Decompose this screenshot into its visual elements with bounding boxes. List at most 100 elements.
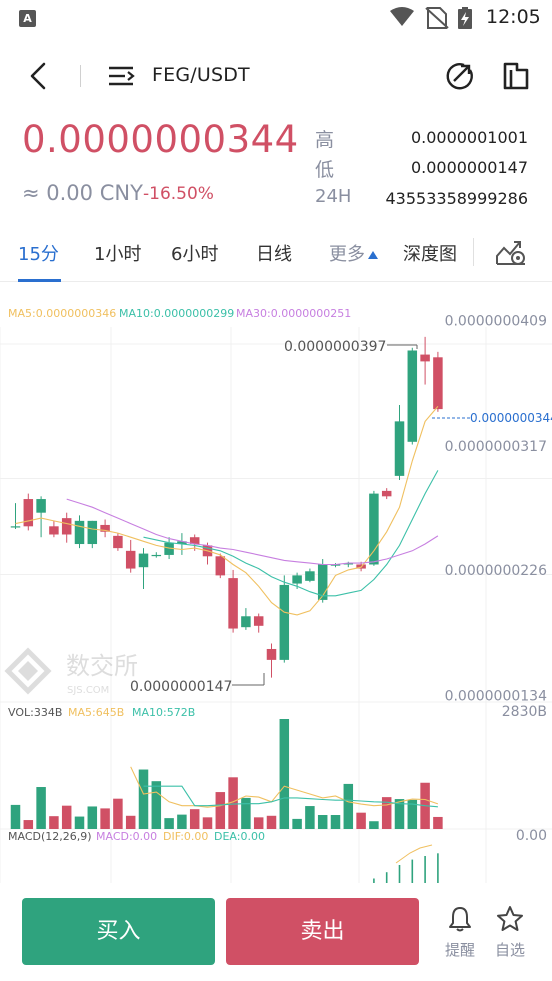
macd-bar (411, 859, 414, 883)
dropdown-triangle-icon (368, 251, 378, 259)
share-icon[interactable] (444, 60, 476, 92)
volume-bar (100, 808, 110, 829)
volume-legend: VOL:334B MA5:645B MA10:572B (8, 706, 195, 719)
buy-button[interactable]: 买入 (22, 898, 215, 965)
menu-icon[interactable] (106, 62, 136, 90)
price-axis-tick-label: 0.0000000134 (445, 688, 548, 704)
last-price: 0.0000000344 (22, 118, 299, 161)
status-bar: A 12:05 (0, 0, 552, 36)
volume-bar (356, 812, 366, 829)
tab-more[interactable]: 更多 (329, 240, 378, 266)
volume-bar (266, 815, 277, 829)
volume-24h-value: 43553358999286 (385, 189, 528, 208)
candle (305, 571, 315, 581)
last-price-marker: 0.0000000344 (432, 411, 552, 425)
volume-bar (343, 783, 354, 829)
macd-axis-label: 0.00 (516, 828, 547, 844)
max-price-label: 0.0000000397 (284, 339, 386, 355)
high-value: 0.0000001001 (410, 128, 528, 147)
dif-value: DIF:0.00 (163, 830, 208, 843)
ma10-line (143, 470, 439, 597)
volume-bar (138, 769, 149, 829)
price-axis-labels: 0.0000000409 0.0000000317 0.0000000226 0.00… (445, 314, 548, 705)
candle (407, 350, 418, 442)
macd-legend: MACD(12,26,9) MACD:0.00 DIF:0.00 DEA:0.0… (8, 830, 265, 843)
macd-bar (398, 865, 401, 883)
macd-title: MACD(12,26,9) (8, 830, 92, 843)
no-sim-icon (425, 7, 449, 29)
low-label: 低 (315, 159, 335, 181)
max-price-marker: 0.0000000397 (284, 339, 418, 355)
price-alert-button[interactable]: 提醒 (440, 905, 480, 967)
low-value: 0.0000000147 (410, 158, 528, 177)
high-label: 高 (315, 129, 335, 151)
macd-bar (437, 853, 439, 883)
candle (241, 616, 251, 628)
bottom-action-bar: 买入 卖出 提醒 自选 (0, 883, 552, 981)
candle (125, 550, 136, 569)
volume-bar (151, 781, 162, 829)
back-icon[interactable] (20, 58, 56, 94)
exchange-logo-icon (4, 647, 52, 695)
volume-bar (177, 814, 187, 829)
wifi-icon (390, 7, 414, 26)
candles (10, 336, 443, 678)
candle (87, 520, 98, 545)
interval-tabs: 15分 1小时 6小时 日线 更多 深度图 (0, 226, 552, 282)
dea-value: DEA:0.00 (214, 830, 265, 843)
volume-max-label: 2830B (502, 704, 547, 720)
volume-bar (125, 815, 136, 829)
macd-bar (385, 872, 388, 883)
volume-bar (241, 797, 251, 829)
price-axis-tick-label: 0.0000000317 (445, 439, 547, 455)
divider (473, 238, 474, 266)
candle (394, 421, 405, 476)
watermark-subtext: SJS.COM (67, 685, 109, 696)
candle (113, 535, 123, 549)
candle (292, 575, 302, 584)
ma10-legend: MA10:0.0000000299 (119, 307, 234, 320)
candle (138, 553, 149, 568)
chart-settings-icon[interactable] (494, 234, 528, 268)
nav-header: FEG/USDT (0, 50, 552, 102)
ma30-line (66, 498, 439, 566)
trading-pair-title[interactable]: FEG/USDT (152, 64, 250, 86)
volume-bar (330, 815, 341, 829)
star-icon (497, 906, 523, 931)
volume-bar (305, 806, 315, 829)
vol-ma5-legend: MA5:645B (68, 706, 124, 719)
volume-bar (49, 816, 59, 829)
candle (61, 518, 72, 535)
tab-1hour[interactable]: 1小时 (94, 240, 141, 266)
favorite-label: 自选 (494, 941, 525, 959)
tab-daily[interactable]: 日线 (256, 240, 292, 266)
candle (369, 493, 379, 565)
window-switch-icon[interactable] (500, 60, 532, 92)
price-axis-tick-label: 0.0000000409 (445, 314, 547, 330)
kline-chart[interactable]: 数交所 SJS.COM MA5:0.0000000346 MA10:0.0000… (0, 283, 552, 883)
tab-more-label: 更多 (329, 244, 365, 265)
sell-button[interactable]: 卖出 (226, 898, 419, 965)
min-price-label: 0.0000000147 (130, 679, 232, 695)
vol-legend: VOL:334B (8, 706, 62, 719)
tab-depth-chart[interactable]: 深度图 (403, 240, 457, 266)
candle (74, 520, 85, 545)
system-status-icons (390, 7, 472, 29)
volume-bar (113, 798, 123, 829)
battery-charging-icon (458, 7, 472, 29)
tab-6hour[interactable]: 6小时 (171, 240, 218, 266)
volume-bar (253, 817, 264, 829)
favorite-button[interactable]: 自选 (490, 905, 530, 967)
bell-icon (449, 907, 471, 932)
volume-bar (292, 818, 302, 829)
tab-15min[interactable]: 15分 (18, 240, 59, 266)
volume-bar (36, 787, 46, 829)
candle (381, 490, 392, 497)
candle (228, 578, 238, 629)
alert-label: 提醒 (444, 941, 475, 959)
volume-bar (23, 820, 34, 829)
volume-bar (189, 809, 200, 829)
candle (266, 648, 277, 660)
volume-bar (10, 804, 21, 829)
volume-bars (10, 719, 443, 829)
